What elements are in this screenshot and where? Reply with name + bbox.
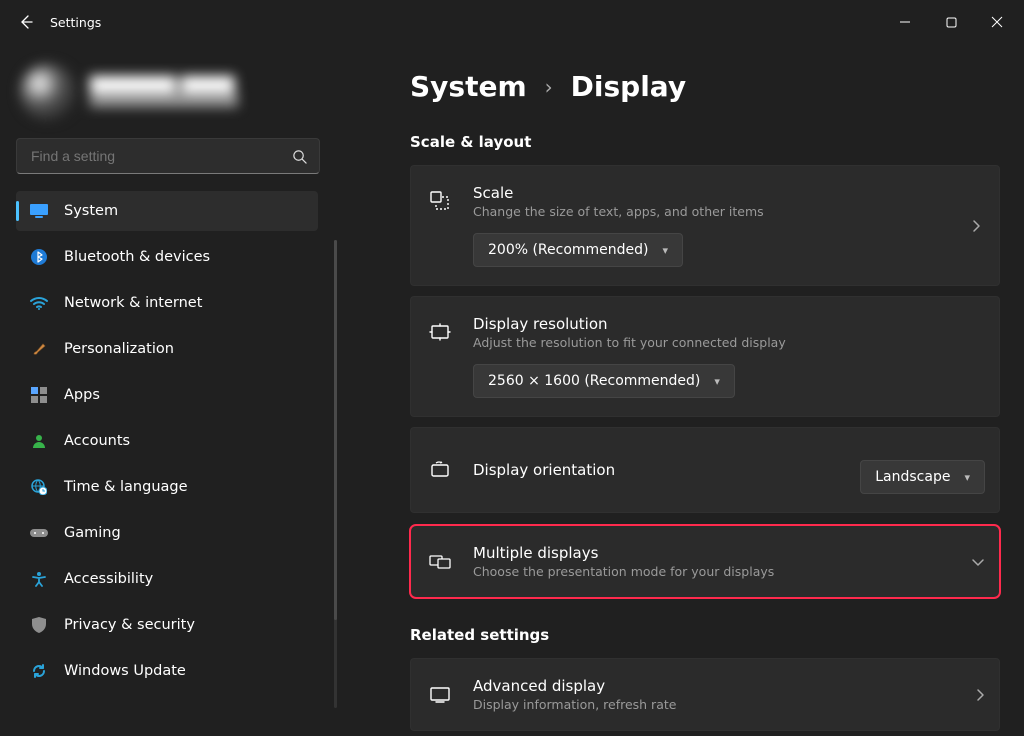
sidebar: ████████ █████ ████████████████ System B…: [0, 44, 336, 736]
sidebar-item-personalization[interactable]: Personalization: [16, 329, 318, 369]
sidebar-item-label: Privacy & security: [64, 617, 195, 633]
back-button[interactable]: [4, 14, 48, 30]
sidebar-item-label: Apps: [64, 387, 100, 403]
advanced-display-desc: Display information, refresh rate: [473, 697, 953, 712]
scale-value: 200% (Recommended): [488, 242, 649, 258]
chevron-right-icon: [975, 688, 985, 702]
search-box[interactable]: [16, 138, 320, 174]
sidebar-item-label: Time & language: [64, 479, 188, 495]
update-icon: [30, 662, 48, 680]
avatar: [20, 64, 76, 120]
chevron-down-icon: ▾: [663, 244, 669, 257]
sidebar-nav: System Bluetooth & devices Network & int…: [10, 188, 326, 694]
multiple-displays-desc: Choose the presentation mode for your di…: [473, 564, 949, 579]
chevron-down-icon: ▾: [714, 375, 720, 388]
resolution-desc: Adjust the resolution to fit your connec…: [473, 335, 981, 350]
window-controls: [882, 0, 1020, 44]
multiple-displays-setting[interactable]: Multiple displays Choose the presentatio…: [410, 525, 1000, 598]
sidebar-item-accessibility[interactable]: Accessibility: [16, 559, 318, 599]
chevron-right-icon: [971, 219, 981, 233]
close-button[interactable]: [974, 0, 1020, 44]
orientation-dropdown[interactable]: Landscape ▾: [860, 460, 985, 494]
orientation-setting: Display orientation Landscape ▾: [410, 427, 1000, 513]
gamepad-icon: [30, 524, 48, 542]
apps-icon: [30, 386, 48, 404]
section-heading-scale-layout: Scale & layout: [410, 133, 1000, 151]
chevron-down-icon: [971, 557, 985, 567]
brush-icon: [30, 340, 48, 358]
sidebar-item-label: Network & internet: [64, 295, 202, 311]
resolution-title: Display resolution: [473, 315, 981, 333]
sidebar-item-apps[interactable]: Apps: [16, 375, 318, 415]
content-pane: System › Display Scale & layout Scale Ch…: [336, 44, 1024, 736]
user-name: ████████ █████: [90, 77, 238, 93]
resolution-icon: [429, 321, 451, 343]
search-icon: [292, 149, 307, 164]
sidebar-item-privacy[interactable]: Privacy & security: [16, 605, 318, 645]
sidebar-item-label: Bluetooth & devices: [64, 249, 210, 265]
minimize-button[interactable]: [882, 0, 928, 44]
bluetooth-icon: [30, 248, 48, 266]
orientation-value: Landscape: [875, 469, 950, 485]
multiple-displays-title: Multiple displays: [473, 544, 949, 562]
section-heading-related: Related settings: [410, 626, 1000, 644]
sidebar-item-bluetooth[interactable]: Bluetooth & devices: [16, 237, 318, 277]
chevron-right-icon: ›: [545, 75, 553, 99]
breadcrumb-root[interactable]: System: [410, 70, 527, 103]
close-icon: [991, 16, 1003, 28]
display-icon: [429, 686, 451, 704]
wifi-icon: [30, 294, 48, 312]
scale-dropdown[interactable]: 200% (Recommended) ▾: [473, 233, 683, 267]
scale-setting[interactable]: Scale Change the size of text, apps, and…: [410, 165, 1000, 286]
sidebar-item-label: Accessibility: [64, 571, 153, 587]
advanced-display-title: Advanced display: [473, 677, 953, 695]
titlebar: Settings: [0, 0, 1024, 44]
minimize-icon: [899, 16, 911, 28]
orientation-title: Display orientation: [473, 461, 838, 479]
sidebar-item-gaming[interactable]: Gaming: [16, 513, 318, 553]
sidebar-item-label: Accounts: [64, 433, 130, 449]
window-title: Settings: [50, 15, 101, 30]
sidebar-item-label: Personalization: [64, 341, 174, 357]
sidebar-item-time-language[interactable]: Time & language: [16, 467, 318, 507]
shield-icon: [30, 616, 48, 634]
user-email: ████████████████: [90, 93, 238, 107]
back-arrow-icon: [18, 14, 34, 30]
advanced-display-setting[interactable]: Advanced display Display information, re…: [410, 658, 1000, 731]
sidebar-item-label: Windows Update: [64, 663, 186, 679]
accessibility-icon: [30, 570, 48, 588]
resolution-value: 2560 × 1600 (Recommended): [488, 373, 700, 389]
person-icon: [30, 432, 48, 450]
sidebar-item-label: System: [64, 203, 118, 219]
resolution-setting: Display resolution Adjust the resolution…: [410, 296, 1000, 417]
sidebar-item-accounts[interactable]: Accounts: [16, 421, 318, 461]
breadcrumb: System › Display: [410, 70, 1000, 129]
sidebar-item-windows-update[interactable]: Windows Update: [16, 651, 318, 691]
multiple-displays-icon: [429, 553, 451, 571]
chevron-down-icon: ▾: [964, 471, 970, 484]
search-input[interactable]: [31, 148, 292, 164]
sidebar-item-network[interactable]: Network & internet: [16, 283, 318, 323]
globe-clock-icon: [30, 478, 48, 496]
orientation-icon: [429, 461, 451, 479]
scale-icon: [429, 190, 451, 212]
resolution-dropdown[interactable]: 2560 × 1600 (Recommended) ▾: [473, 364, 735, 398]
scale-desc: Change the size of text, apps, and other…: [473, 204, 949, 219]
user-account-block[interactable]: ████████ █████ ████████████████: [10, 56, 326, 138]
monitor-icon: [30, 202, 48, 220]
sidebar-item-label: Gaming: [64, 525, 121, 541]
maximize-button[interactable]: [928, 0, 974, 44]
breadcrumb-current: Display: [571, 70, 686, 103]
scale-title: Scale: [473, 184, 949, 202]
maximize-icon: [946, 17, 957, 28]
sidebar-item-system[interactable]: System: [16, 191, 318, 231]
